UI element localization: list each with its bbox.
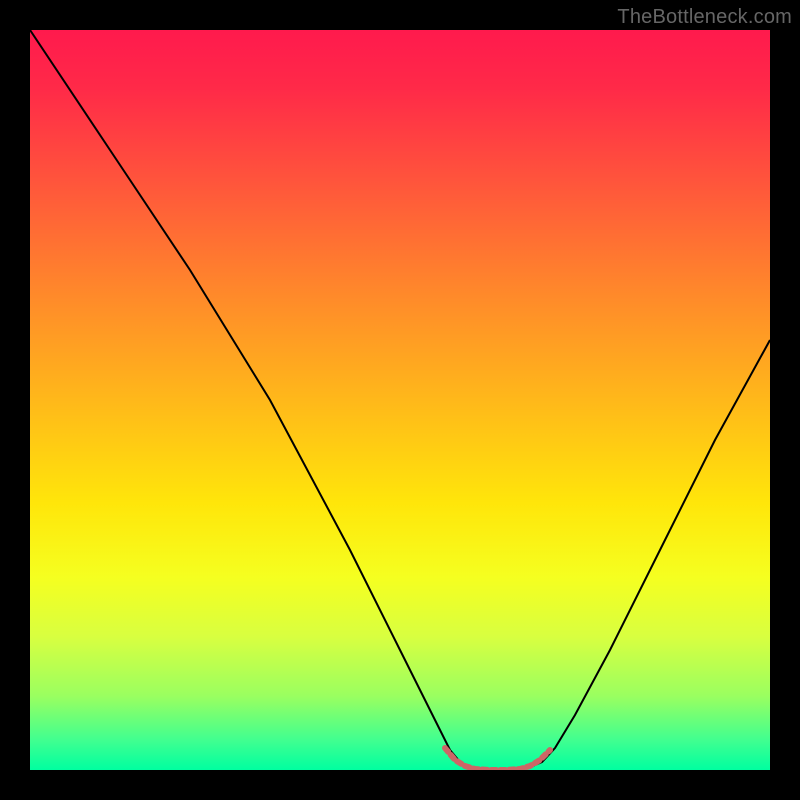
curve-svg [30,30,770,770]
chart-frame: TheBottleneck.com [0,0,800,800]
minimum-dash [445,748,550,770]
bottleneck-curve [30,30,770,769]
watermark-text: TheBottleneck.com [617,6,792,29]
plot-area [30,30,770,770]
